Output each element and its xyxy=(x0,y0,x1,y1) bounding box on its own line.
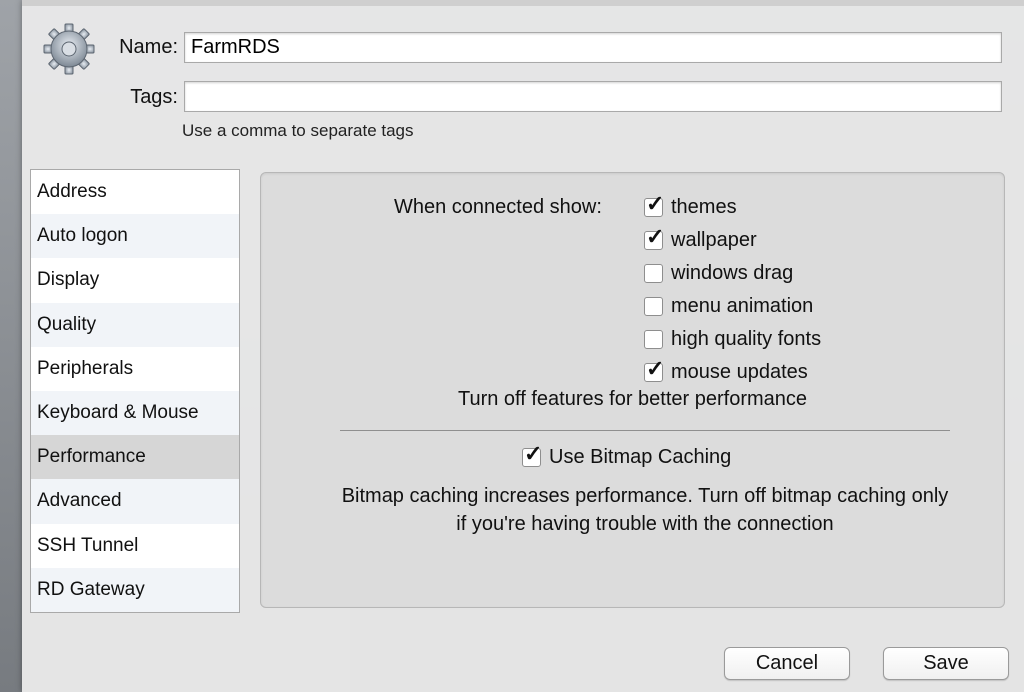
mouse-updates-checkbox[interactable]: ✓ xyxy=(644,357,664,382)
themes-option[interactable]: ✓ themes xyxy=(644,192,737,220)
save-button[interactable]: Save xyxy=(883,647,1009,680)
menu-animation-label: menu animation xyxy=(671,294,814,317)
high-quality-fonts-option[interactable]: high quality fonts xyxy=(644,326,821,352)
checkmark-icon: ✓ xyxy=(646,355,665,381)
when-connected-show-label: When connected show: xyxy=(394,196,602,218)
sidebar-item-keyboard-mouse[interactable]: Keyboard & Mouse xyxy=(31,390,239,436)
bitmap-caching-checkbox[interactable]: ✓ xyxy=(522,442,542,467)
sidebar-item-rd-gateway[interactable]: RD Gateway xyxy=(31,567,239,612)
checkmark-icon: ✓ xyxy=(646,223,665,249)
high-quality-fonts-checkbox[interactable] xyxy=(644,329,663,349)
tags-input[interactable] xyxy=(184,81,1002,112)
sidebar-item-performance[interactable]: Performance xyxy=(31,435,239,480)
performance-note: Turn off features for better performance xyxy=(457,388,808,410)
mouse-updates-option[interactable]: ✓ mouse updates xyxy=(644,357,808,385)
sidebar-item-advanced[interactable]: Advanced xyxy=(31,479,239,524)
checkmark-icon: ✓ xyxy=(646,190,665,216)
themes-label: themes xyxy=(671,195,737,218)
tags-hint: Use a comma to separate tags xyxy=(182,121,414,140)
mouse-updates-label: mouse updates xyxy=(671,360,808,383)
windows-drag-label: windows drag xyxy=(671,261,794,284)
bitmap-caching-option[interactable]: ✓ Use Bitmap Caching xyxy=(522,442,732,470)
name-input[interactable] xyxy=(184,32,1002,63)
settings-category-list: Address Auto logon Display Quality Perip… xyxy=(30,169,240,613)
connection-settings-sheet: Name: Tags: Use a comma to separate tags… xyxy=(22,0,1024,692)
gear-icon xyxy=(43,23,95,75)
cancel-button[interactable]: Cancel xyxy=(724,647,850,680)
tags-label: Tags: xyxy=(130,86,178,108)
windows-drag-option[interactable]: windows drag xyxy=(644,260,793,286)
checkmark-icon: ✓ xyxy=(524,440,543,466)
sidebar-item-quality[interactable]: Quality xyxy=(31,302,239,347)
wallpaper-checkbox[interactable]: ✓ xyxy=(644,225,664,250)
sheet-top-edge xyxy=(22,0,1024,6)
high-quality-fonts-label: high quality fonts xyxy=(671,327,822,350)
wallpaper-option[interactable]: ✓ wallpaper xyxy=(644,225,757,253)
windows-drag-checkbox[interactable] xyxy=(644,263,663,283)
sidebar-item-peripherals[interactable]: Peripherals xyxy=(31,347,239,391)
menu-animation-checkbox[interactable] xyxy=(644,296,663,316)
section-divider xyxy=(340,430,950,431)
bitmap-caching-label: Use Bitmap Caching xyxy=(549,445,732,468)
wallpaper-label: wallpaper xyxy=(671,228,757,251)
sidebar-item-auto-logon[interactable]: Auto logon xyxy=(31,214,239,259)
sidebar-item-address[interactable]: Address xyxy=(31,170,239,214)
bitmap-caching-note: Bitmap caching increases performance. Tu… xyxy=(341,485,949,535)
menu-animation-option[interactable]: menu animation xyxy=(644,293,813,319)
sidebar-item-ssh-tunnel[interactable]: SSH Tunnel xyxy=(31,524,239,568)
sidebar-item-display[interactable]: Display xyxy=(31,258,239,302)
name-label: Name: xyxy=(119,36,178,58)
themes-checkbox[interactable]: ✓ xyxy=(644,192,664,217)
